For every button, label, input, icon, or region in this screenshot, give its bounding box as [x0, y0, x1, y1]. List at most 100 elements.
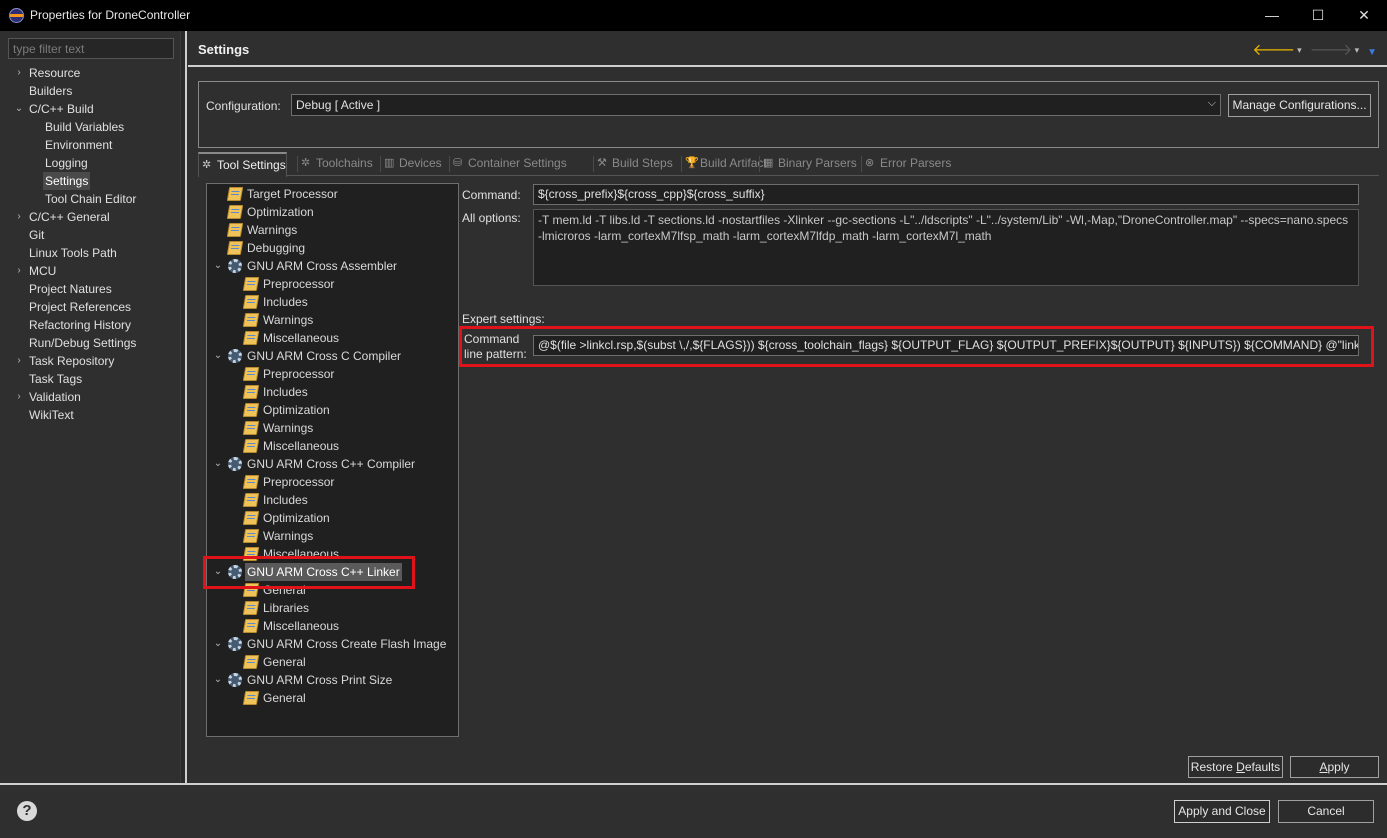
option-node[interactable]: Optimization: [207, 401, 458, 419]
option-node[interactable]: Miscellaneous: [207, 617, 458, 635]
tab-tool-settings[interactable]: ✲ Tool Settings: [198, 152, 287, 177]
chevron-down-icon[interactable]: ⌄: [212, 635, 224, 653]
tool-node[interactable]: ⌄ GNU ARM Cross Print Size: [207, 671, 458, 689]
tool-node[interactable]: ⌄ GNU ARM Cross C Compiler: [207, 347, 458, 365]
nav-item-label: Build Variables: [45, 120, 125, 134]
option-node[interactable]: Includes: [207, 293, 458, 311]
nav-item[interactable]: Logging: [0, 154, 180, 172]
chevron-down-icon[interactable]: ⌄: [212, 671, 224, 689]
nav-item[interactable]: › Task Repository: [0, 352, 180, 370]
tree-node-label: GNU ARM Cross C++ Compiler: [247, 457, 416, 471]
tool-settings-tree: Target Processor Optimization Warnings Debu…: [206, 183, 459, 737]
chevron-right-icon[interactable]: ›: [13, 262, 25, 280]
option-node[interactable]: Warnings: [207, 311, 458, 329]
manage-configurations-button[interactable]: Manage Configurations...: [1228, 94, 1371, 117]
option-node[interactable]: Warnings: [207, 221, 458, 239]
forward-dropdown-icon[interactable]: ▾: [1355, 45, 1360, 55]
nav-item-label: MCU: [29, 264, 57, 278]
tool-node[interactable]: ⌄ GNU ARM Cross Create Flash Image: [207, 635, 458, 653]
option-node[interactable]: Miscellaneous: [207, 329, 458, 347]
option-node[interactable]: General: [207, 689, 458, 707]
option-node[interactable]: Warnings: [207, 527, 458, 545]
option-node[interactable]: Debugging: [207, 239, 458, 257]
gear-icon: [228, 637, 242, 651]
nav-item[interactable]: Task Tags: [0, 370, 180, 388]
tab-label: Devices: [399, 156, 442, 170]
nav-item[interactable]: Project References: [0, 298, 180, 316]
option-folder-icon: [242, 277, 260, 291]
help-icon[interactable]: ?: [17, 801, 37, 821]
chevron-down-icon[interactable]: ⌄: [212, 455, 224, 473]
chevron-down-icon[interactable]: ⌄: [212, 257, 224, 275]
maximize-button[interactable]: ☐: [1295, 0, 1341, 31]
configuration-select[interactable]: Debug [ Active ] ⌵: [291, 94, 1221, 116]
minimize-button[interactable]: —: [1249, 0, 1295, 31]
tab-toolchains[interactable]: ✲ Toolchains: [298, 152, 373, 175]
tab-devices[interactable]: ▥ Devices: [381, 152, 442, 175]
chevron-right-icon[interactable]: ›: [13, 208, 25, 226]
option-folder-icon: [226, 241, 244, 255]
tab-binary-parsers[interactable]: ▦ Binary Parsers: [760, 152, 857, 175]
option-node[interactable]: Target Processor: [207, 185, 458, 203]
chevron-right-icon[interactable]: ›: [13, 352, 25, 370]
apply-button[interactable]: Apply: [1290, 756, 1379, 778]
restore-defaults-button[interactable]: Restore Defaults: [1188, 756, 1283, 778]
page-header: Settings 🡐 ▾ 🡒 ▾ ▼: [188, 31, 1387, 67]
nav-item[interactable]: Settings: [0, 172, 180, 190]
cancel-button[interactable]: Cancel: [1278, 800, 1374, 823]
nav-item[interactable]: Linux Tools Path: [0, 244, 180, 262]
nav-item-label: Task Repository: [29, 354, 115, 368]
nav-item[interactable]: Builders: [0, 82, 180, 100]
tool-node[interactable]: ⌄ GNU ARM Cross Assembler: [207, 257, 458, 275]
nav-item[interactable]: Git: [0, 226, 180, 244]
apply-and-close-button[interactable]: Apply and Close: [1174, 800, 1270, 823]
arrow-right-icon[interactable]: 🡒: [1310, 42, 1353, 59]
view-menu-icon[interactable]: ▼: [1367, 47, 1377, 58]
tab-container-settings[interactable]: ⛁ Container Settings: [450, 152, 567, 175]
option-node[interactable]: Preprocessor: [207, 275, 458, 293]
nav-item[interactable]: › C/C++ General: [0, 208, 180, 226]
option-folder-icon: [242, 601, 260, 615]
tool-node[interactable]: ⌄ GNU ARM Cross C++ Compiler: [207, 455, 458, 473]
nav-item[interactable]: Build Variables: [0, 118, 180, 136]
option-node[interactable]: General: [207, 653, 458, 671]
nav-item-label: WikiText: [29, 408, 74, 422]
arrow-left-icon[interactable]: 🡐: [1252, 42, 1295, 59]
option-node[interactable]: Includes: [207, 491, 458, 509]
command-input[interactable]: ${cross_prefix}${cross_cpp}${cross_suffi…: [533, 184, 1359, 205]
chevron-right-icon[interactable]: ›: [13, 64, 25, 82]
chevron-right-icon[interactable]: ›: [13, 388, 25, 406]
nav-item[interactable]: › Validation: [0, 388, 180, 406]
option-node[interactable]: Preprocessor: [207, 473, 458, 491]
nav-item[interactable]: Project Natures: [0, 280, 180, 298]
option-node[interactable]: Includes: [207, 383, 458, 401]
option-node[interactable]: Libraries: [207, 599, 458, 617]
nav-item[interactable]: Environment: [0, 136, 180, 154]
restore-label-pre: Restore: [1190, 760, 1237, 774]
chevron-down-icon[interactable]: ⌄: [212, 347, 224, 365]
option-node[interactable]: Optimization: [207, 203, 458, 221]
tab-build-steps[interactable]: ⚒ Build Steps: [594, 152, 673, 175]
nav-item[interactable]: › MCU: [0, 262, 180, 280]
back-dropdown-icon[interactable]: ▾: [1297, 45, 1302, 55]
option-node[interactable]: Preprocessor: [207, 365, 458, 383]
option-node[interactable]: Miscellaneous: [207, 437, 458, 455]
filter-input[interactable]: type filter text: [8, 38, 174, 59]
option-node[interactable]: Optimization: [207, 509, 458, 527]
tab-label: Error Parsers: [880, 156, 952, 170]
apply-mnemonic: A: [1319, 760, 1328, 774]
nav-item[interactable]: › Resource: [0, 64, 180, 82]
all-options-text[interactable]: -T mem.ld -T libs.ld -T sections.ld -nos…: [533, 209, 1359, 286]
nav-item[interactable]: ⌄ C/C++ Build: [0, 100, 180, 118]
tab-label: Build Steps: [612, 156, 673, 170]
option-folder-icon: [242, 295, 260, 309]
nav-item[interactable]: Run/Debug Settings: [0, 334, 180, 352]
nav-item[interactable]: Tool Chain Editor: [0, 190, 180, 208]
tab-build-artifact[interactable]: 🏆 Build Artifact: [682, 152, 767, 175]
nav-item[interactable]: WikiText: [0, 406, 180, 424]
nav-item[interactable]: Refactoring History: [0, 316, 180, 334]
option-node[interactable]: Warnings: [207, 419, 458, 437]
chevron-down-icon[interactable]: ⌄: [13, 100, 25, 118]
close-button[interactable]: ✕: [1341, 0, 1387, 31]
tab-error-parsers[interactable]: ⊗ Error Parsers: [862, 152, 951, 175]
